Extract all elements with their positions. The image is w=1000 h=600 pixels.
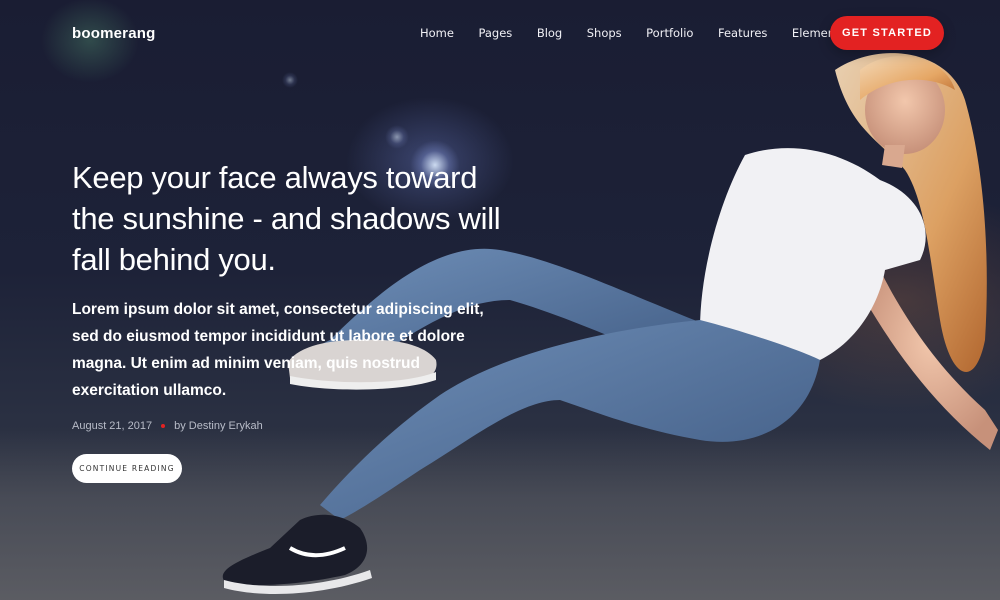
post-date: August 21, 2017 [72, 420, 153, 432]
hero-section: boomerang Home Pages Blog Shops Portfoli… [0, 0, 1000, 600]
top-navbar: boomerang Home Pages Blog Shops Portfoli… [0, 0, 1000, 66]
brand-logo[interactable]: boomerang [72, 25, 155, 42]
hero-content: Keep your face always toward the sunshin… [72, 157, 512, 483]
hero-body: Lorem ipsum dolor sit amet, consectetur … [72, 301, 484, 399]
get-started-button[interactable]: GET STARTED [830, 16, 944, 50]
nav-item-portfolio[interactable]: Portfolio [646, 26, 693, 40]
meta-separator-dot [161, 424, 166, 428]
hero-headline: Keep your face always toward the sunshin… [72, 160, 501, 277]
nav-item-home[interactable]: Home [420, 26, 454, 40]
post-meta: August 21, 2017 by Destiny Erykah [72, 420, 512, 432]
post-author[interactable]: by Destiny Erykah [174, 420, 263, 432]
continue-reading-button[interactable]: CONTINUE READING [72, 454, 182, 483]
nav-item-blog[interactable]: Blog [537, 26, 562, 40]
nav-menu: Home Pages Blog Shops Portfolio Features… [420, 26, 870, 40]
nav-item-pages[interactable]: Pages [478, 26, 512, 40]
nav-item-features[interactable]: Features [718, 26, 767, 40]
nav-item-shops[interactable]: Shops [587, 26, 622, 40]
